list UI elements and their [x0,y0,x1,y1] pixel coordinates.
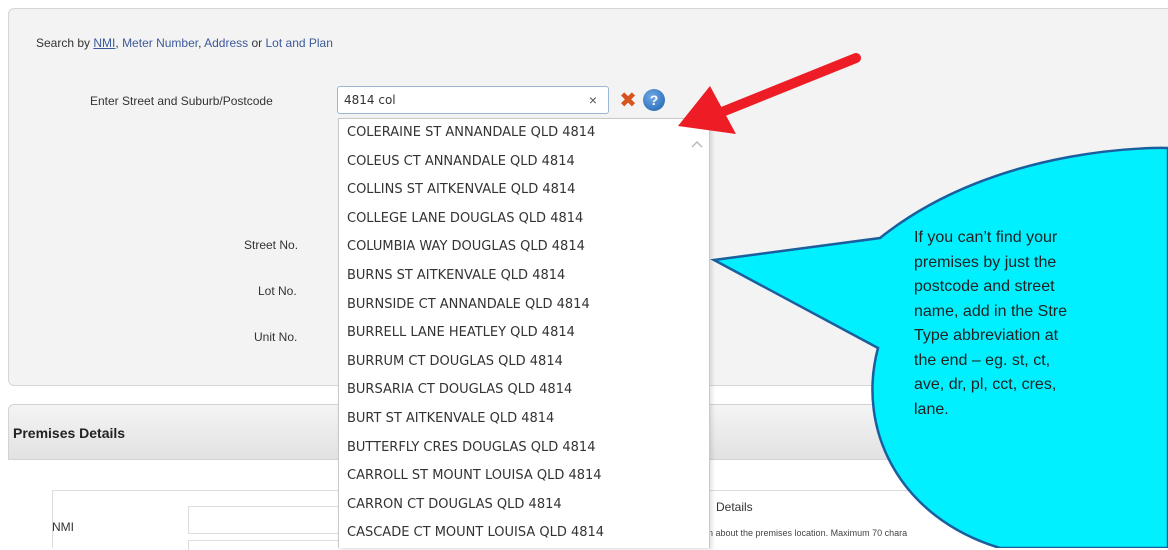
premises-title: Premises Details [13,425,126,441]
details-hint: n about the premises location. Maximum 7… [708,528,908,538]
suggestion-item[interactable]: COLLINS ST AITKENVALE QLD 4814 [339,176,709,205]
callout-line: lane. [914,400,949,418]
street-suburb-label: Enter Street and Suburb/Postcode [90,94,273,108]
street-suburb-input[interactable] [337,86,609,114]
callout-line: premises by just the [914,253,1057,271]
suggestion-item[interactable]: COLERAINE ST ANNANDALE QLD 4814 [339,119,709,148]
suggestion-item[interactable]: BURNS ST AITKENVALE QLD 4814 [339,262,709,291]
suggestion-item[interactable]: CARROLL ST MOUNT LOUISA QLD 4814 [339,462,709,491]
search-by-nmi-link[interactable]: NMI [93,36,115,50]
suggestion-item[interactable]: BUTTERFLY CRES DOUGLAS QLD 4814 [339,434,709,463]
suggestion-item[interactable]: BURT ST AITKENVALE QLD 4814 [339,405,709,434]
unit-no-label: Unit No. [254,330,298,344]
callout-line: postcode and street [914,278,1055,295]
suggestion-item[interactable]: COLEUS CT ANNANDALE QLD 4814 [339,148,709,177]
search-by-address-link[interactable]: Address [204,36,248,50]
lot-no-label: Lot No. [258,284,297,298]
search-by-bar: Search by NMI, Meter Number, Address or … [36,36,333,50]
nmi-secondary-field [188,540,340,550]
nmi-input[interactable] [188,506,340,534]
callout-line: ave, dr, pl, cct, cres, [914,376,1057,393]
clear-button[interactable]: ✖ [617,90,639,112]
callout-line: the end – eg. st, ct, [914,351,1051,369]
street-no-label: Street No. [244,238,299,252]
suggestion-item[interactable]: COLLEGE LANE DOUGLAS QLD 4814 [339,205,709,234]
suggestion-item[interactable]: BURSARIA CT DOUGLAS QLD 4814 [339,376,709,405]
suggestion-item[interactable]: BURRUM CT DOUGLAS QLD 4814 [339,348,709,377]
callout-line: name, add in the Stre [914,302,1067,320]
suggestion-item[interactable]: BURNSIDE CT ANNANDALE QLD 4814 [339,291,709,320]
suggestion-item[interactable]: CARRON CT DOUGLAS QLD 4814 [339,491,709,520]
suggestion-item[interactable]: CASCADE CT MOUNT LOUISA QLD 4814 [339,519,709,548]
help-icon[interactable]: ? [643,89,665,111]
nmi-label: NMI [52,520,74,534]
address-suggestions-dropdown: COLERAINE ST ANNANDALE QLD 4814 COLEUS C… [338,118,710,548]
callout-line: If you can’t find your [914,229,1058,246]
clear-input-icon[interactable]: × [584,89,602,111]
callout-line: Type abbreviation at [914,327,1059,344]
callout-text: If you can’t find your premises by just … [914,226,1168,422]
suggestion-item[interactable]: BURRELL LANE HEATLEY QLD 4814 [339,319,709,348]
suggestion-item[interactable]: COLUMBIA WAY DOUGLAS QLD 4814 [339,233,709,262]
search-by-lot-plan-link[interactable]: Lot and Plan [266,36,333,50]
details-label: Details [716,500,753,514]
scroll-up-icon[interactable] [691,139,703,151]
search-by-prefix: Search by [36,36,91,50]
search-by-meter-link[interactable]: Meter Number [122,36,198,50]
